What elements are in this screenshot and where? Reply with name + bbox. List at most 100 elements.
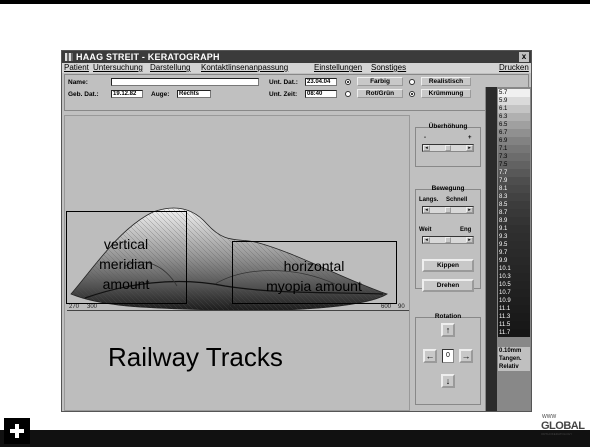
rotate-left-icon[interactable]: ← — [423, 349, 437, 363]
control-panel: Überhöhung - + ◂ ▸ Bewegung Langs. Schne… — [412, 115, 484, 411]
annotation-line: myopia amount — [266, 278, 362, 294]
distance-slider[interactable]: ◂ ▸ — [422, 236, 474, 244]
color-scale-value: 7.5 — [498, 161, 530, 169]
slide-top-border — [0, 0, 590, 4]
schnell-label: Schnell — [446, 197, 468, 203]
title-bar: HAAG STREIT - KERATOGRAPH x — [62, 51, 531, 63]
scale-tick: 300 — [310, 304, 321, 310]
color-scale-value: 10.7 — [498, 289, 530, 297]
logo-sub-text: ORTHOKERATOLOGY — [541, 432, 573, 436]
color-scale-value: 10.3 — [498, 273, 530, 281]
global-ortho-logo: WWW GLOBAL ORTHOKERATOLOGY — [541, 413, 585, 437]
slider-left-arrow-icon[interactable]: ◂ — [423, 145, 430, 151]
color-scale-value: 11.5 — [498, 321, 530, 329]
birth-date-label: Geb. Dat.: — [68, 91, 99, 98]
eng-label: Eng — [460, 227, 472, 233]
farbig-radio[interactable] — [345, 79, 351, 85]
color-scale-value: 9.7 — [498, 249, 530, 257]
annotation-line: amount — [102, 276, 150, 292]
kruemmung-radio[interactable] — [409, 91, 415, 97]
scale-tick: 90 — [398, 304, 405, 310]
slider-thumb[interactable] — [445, 237, 451, 243]
kruemmung-button[interactable]: Krümmung — [421, 89, 471, 98]
rot-gruen-radio[interactable] — [345, 91, 351, 97]
menu-untersuchung[interactable]: Untersuchung — [93, 63, 143, 72]
scale-type-label: Relativ — [498, 363, 530, 371]
slider-thumb[interactable] — [445, 207, 451, 213]
menu-patient[interactable]: Patient — [64, 63, 89, 72]
rotate-right-icon[interactable]: → — [459, 349, 473, 363]
color-scale-value: 6.5 — [498, 121, 530, 129]
menu-drucken[interactable]: Drucken — [499, 63, 529, 72]
color-scale-value: 11.3 — [498, 313, 530, 321]
birth-date-field[interactable]: 19.12.82 — [111, 90, 143, 98]
color-scale-value: 8.1 — [498, 185, 530, 193]
scale-axis-line — [67, 310, 409, 311]
realistisch-button[interactable]: Realistisch — [421, 77, 471, 86]
exam-date-label: Unt. Dat.: — [269, 79, 298, 86]
slide-bottom-border — [0, 430, 590, 447]
color-scale-value: 7.7 — [498, 169, 530, 177]
color-scale-strip — [486, 87, 497, 411]
slider-left-arrow-icon[interactable]: ◂ — [423, 207, 430, 213]
color-scale-value: 10.1 — [498, 265, 530, 273]
color-scale-value: 9.3 — [498, 233, 530, 241]
close-button[interactable]: x — [519, 52, 529, 62]
patient-info-panel: Name: Geb. Dat.: 19.12.82 Auge: Rechts U… — [64, 74, 529, 111]
scale-tick: 270 — [69, 304, 80, 310]
logo-main-text: GLOBAL — [541, 420, 585, 432]
color-scale-value: 8.7 — [498, 209, 530, 217]
color-scale-value: 6.9 — [498, 137, 530, 145]
scale-tick: 300 — [87, 304, 98, 310]
rot-gruen-button[interactable]: Rot/Grün — [357, 89, 403, 98]
ueberhoehung-slider[interactable]: ◂ ▸ — [422, 144, 474, 152]
scale-mode-label: Tangen. — [498, 355, 530, 363]
color-scale-value: 5.7 — [498, 89, 530, 97]
menu-einstellungen[interactable]: Einstellungen — [314, 63, 362, 72]
rotation-value: 0 — [442, 349, 454, 363]
color-scale-value: 8.9 — [498, 217, 530, 225]
rotate-down-icon[interactable]: ↓ — [441, 374, 455, 388]
color-scale-value: 10.5 — [498, 281, 530, 289]
color-scale-value: 11.7 — [498, 329, 530, 337]
exam-time-field[interactable]: 08:40 — [305, 90, 337, 98]
menu-darstellung[interactable]: Darstellung — [150, 63, 190, 72]
color-scale-value: 6.3 — [498, 113, 530, 121]
drehen-button[interactable]: Drehen — [422, 279, 474, 292]
name-label: Name: — [68, 79, 88, 86]
color-scale-value: 11.1 — [498, 305, 530, 313]
app-icon — [65, 53, 73, 61]
window-title: HAAG STREIT - KERATOGRAPH — [76, 52, 220, 62]
eye-field[interactable]: Rechts — [177, 90, 211, 98]
scale-tick: 000 — [229, 304, 240, 310]
color-scale-bar: 5.7 5.9 6.1 6.3 6.5 6.7 6.9 7.1 7.3 7.5 7.7 7.9 8.1 8… — [485, 87, 531, 411]
menu-kontaktlinsenanpassung[interactable]: Kontaktlinsenanpassung — [201, 63, 288, 72]
color-scale-value: 6.1 — [498, 105, 530, 113]
slider-left-arrow-icon[interactable]: ◂ — [423, 237, 430, 243]
color-scale-value: 5.9 — [498, 97, 530, 105]
slider-right-arrow-icon[interactable]: ▸ — [466, 237, 473, 243]
scale-tick: 600 — [381, 304, 392, 310]
color-scale-value: 7.9 — [498, 177, 530, 185]
ueberhoehung-plus-label: + — [468, 135, 472, 141]
speed-slider[interactable]: ◂ ▸ — [422, 206, 474, 214]
color-scale-value: 10.9 — [498, 297, 530, 305]
color-scale-value: 9.9 — [498, 257, 530, 265]
color-scale-value: 8.3 — [498, 193, 530, 201]
slider-right-arrow-icon[interactable]: ▸ — [466, 207, 473, 213]
slide-caption: Railway Tracks — [108, 342, 283, 372]
color-scale-value: 7.3 — [498, 153, 530, 161]
rotation-title: Rotation — [434, 313, 462, 320]
annotation-line: meridian — [99, 256, 153, 272]
slider-right-arrow-icon[interactable]: ▸ — [466, 145, 473, 151]
name-field[interactable] — [111, 78, 259, 86]
ueberhoehung-title: Überhöhung — [428, 123, 468, 130]
slider-thumb[interactable] — [445, 145, 451, 151]
rotate-up-icon[interactable]: ↑ — [441, 323, 455, 337]
kippen-button[interactable]: Kippen — [422, 259, 474, 272]
menu-sonstiges[interactable]: Sonstiges — [371, 63, 406, 72]
realistisch-radio[interactable] — [409, 79, 415, 85]
weit-label: Weit — [419, 227, 432, 233]
farbig-button[interactable]: Farbig — [357, 77, 403, 86]
exam-date-field[interactable]: 23.04.04 — [305, 78, 337, 86]
